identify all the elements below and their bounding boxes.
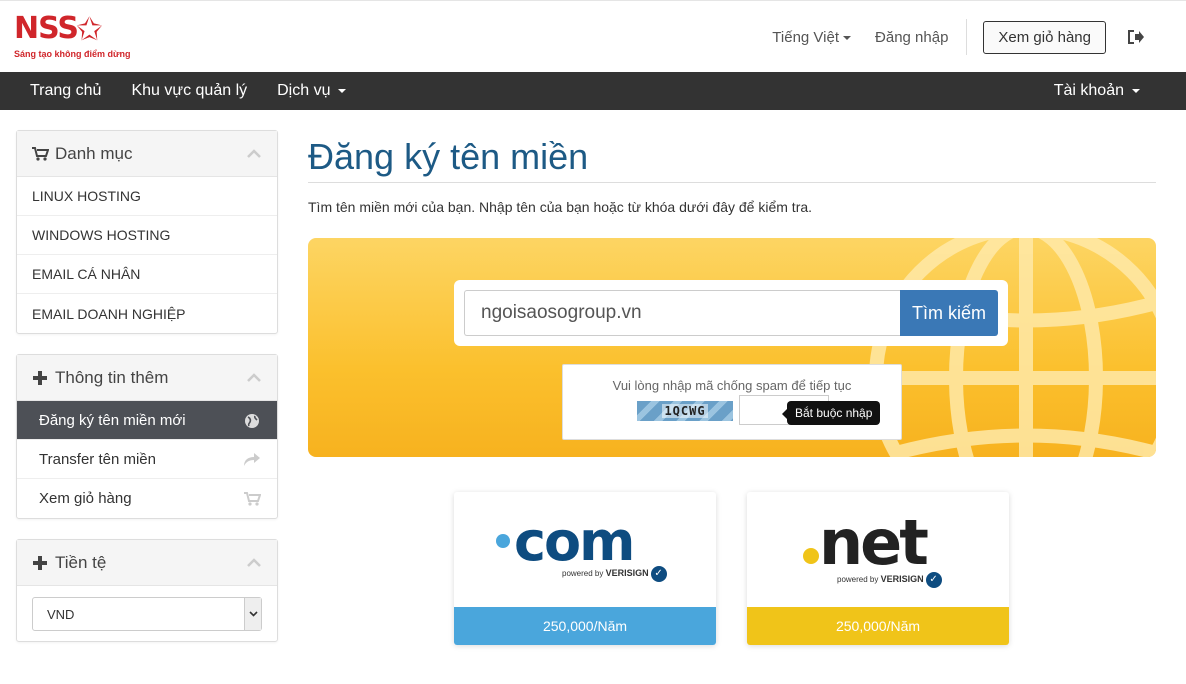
sidebar-item-linux-hosting[interactable]: LINUX HOSTING [17,177,277,216]
language-label: Tiếng Việt [772,28,840,46]
sidebar-item-label: Xem giỏ hàng [39,490,132,507]
tld-card-com[interactable]: com powered by VERISIGN ✓ 250,000/Năm [454,492,716,645]
tld-logo-com: com powered by VERISIGN ✓ [454,492,716,607]
domain-search-input[interactable]: ngoisaosogroup.vn [464,290,900,336]
categories-panel: Danh mục LINUX HOSTING WINDOWS HOSTING E… [16,130,278,334]
nav-client-area[interactable]: Khu vực quản lý [131,82,247,100]
captcha-image: 1QCWG [637,401,733,421]
main-nav: Trang chủ Khu vực quản lý Dịch vụ Tài kh… [0,72,1186,110]
logo-text: NSS [14,11,79,46]
sidebar-item-windows-hosting[interactable]: WINDOWS HOSTING [17,216,277,255]
more-info-header[interactable]: Thông tin thêm [17,355,277,401]
sidebar-item-business-email[interactable]: EMAIL DOANH NGHIỆP [17,294,277,333]
caret-down-icon [843,35,852,40]
site-header: NSS✩ Sáng tạo không điểm dừng Tiếng Việt… [0,0,1186,72]
logo-tagline: Sáng tạo không điểm dừng [14,49,131,59]
search-box: ngoisaosogroup.vn Tìm kiếm [454,280,1008,346]
sidebar-item-label: Transfer tên miền [39,450,156,468]
chevron-up-icon[interactable] [247,149,261,159]
language-dropdown[interactable]: Tiếng Việt [772,28,852,46]
cart-icon [32,146,49,161]
currency-panel: Tiền tệ VND [16,539,278,642]
tld-card-net[interactable]: net powered by VERISIGN ✓ 250,000/Năm [747,492,1009,645]
captcha-code: 1QCWG [662,404,708,418]
search-button[interactable]: Tìm kiếm [900,290,998,336]
categories-header[interactable]: Danh mục [17,131,277,177]
more-info-title: Thông tin thêm [55,367,169,387]
sidebar-item-transfer-domain[interactable]: Transfer tên miền [17,440,277,479]
currency-value: VND [47,606,75,622]
divider [966,19,968,55]
nav-services[interactable]: Dịch vụ [277,82,347,100]
captcha-prompt: Vui lòng nhập mã chống spam để tiếp tục [612,378,852,393]
sidebar: Danh mục LINUX HOSTING WINDOWS HOSTING E… [16,130,278,662]
tld-price-com: 250,000/Năm [454,607,716,645]
main-content: Đăng ký tên miền Tìm tên miền mới của bạ… [308,130,1156,645]
domain-search-banner: ngoisaosogroup.vn Tìm kiếm Vui lòng nhập… [308,238,1156,457]
plus-icon [33,555,47,570]
nav-services-label: Dịch vụ [277,82,331,99]
view-cart-button[interactable]: Xem giỏ hàng [983,20,1106,54]
nav-home[interactable]: Trang chủ [30,82,101,100]
dot-icon [496,534,510,548]
tld-name-net: net [819,506,929,579]
tld-name-com: com [514,510,635,573]
plus-icon [33,370,47,385]
verisign-icon: ✓ [650,566,667,582]
nav-account-label: Tài khoản [1053,82,1124,99]
currency-select-wrap: VND [17,586,277,641]
globe-icon [245,414,259,428]
share-arrow-icon [244,453,260,466]
tld-logo-net: net powered by VERISIGN ✓ [747,492,1009,607]
currency-select[interactable]: VND [32,597,262,631]
intro-text: Tìm tên miền mới của bạn. Nhập tên của b… [308,199,813,215]
logout-icon[interactable] [1126,29,1144,45]
captcha-box: Vui lòng nhập mã chống spam để tiếp tục … [562,364,902,440]
dot-icon [803,548,819,564]
sidebar-item-personal-email[interactable]: EMAIL CÁ NHÂN [17,255,277,294]
categories-title: Danh mục [55,143,133,163]
login-link[interactable]: Đăng nhập [875,29,948,46]
cart-icon [244,492,261,506]
currency-title: Tiền tệ [55,552,107,572]
powered-by-verisign: powered by VERISIGN ✓ [562,566,667,582]
sidebar-item-view-cart[interactable]: Xem giỏ hàng [17,479,277,518]
powered-by-verisign: powered by VERISIGN ✓ [837,572,942,588]
chevron-up-icon[interactable] [247,558,261,568]
verisign-icon: ✓ [925,572,942,588]
caret-down-icon [1132,88,1140,93]
more-info-panel: Thông tin thêm Đăng ký tên miền mới Tran… [16,354,278,519]
nav-account[interactable]: Tài khoản [1054,82,1140,100]
sidebar-item-register-domain[interactable]: Đăng ký tên miền mới [17,401,277,440]
site-logo[interactable]: NSS✩ Sáng tạo không điểm dừng [14,11,131,60]
chevron-up-icon[interactable] [247,373,261,383]
sidebar-item-label: Đăng ký tên miền mới [39,411,186,429]
top-nav: Tiếng Việt Đăng nhập Xem giỏ hàng [772,1,1186,73]
caret-down-icon [338,88,347,93]
page-title: Đăng ký tên miền [308,130,1156,183]
chevron-down-icon[interactable] [244,598,261,630]
currency-header[interactable]: Tiền tệ [17,540,277,586]
required-tooltip: Bắt buộc nhập [781,401,881,425]
tld-price-net: 250,000/Năm [747,607,1009,645]
star-icon: ✩ [75,11,103,47]
